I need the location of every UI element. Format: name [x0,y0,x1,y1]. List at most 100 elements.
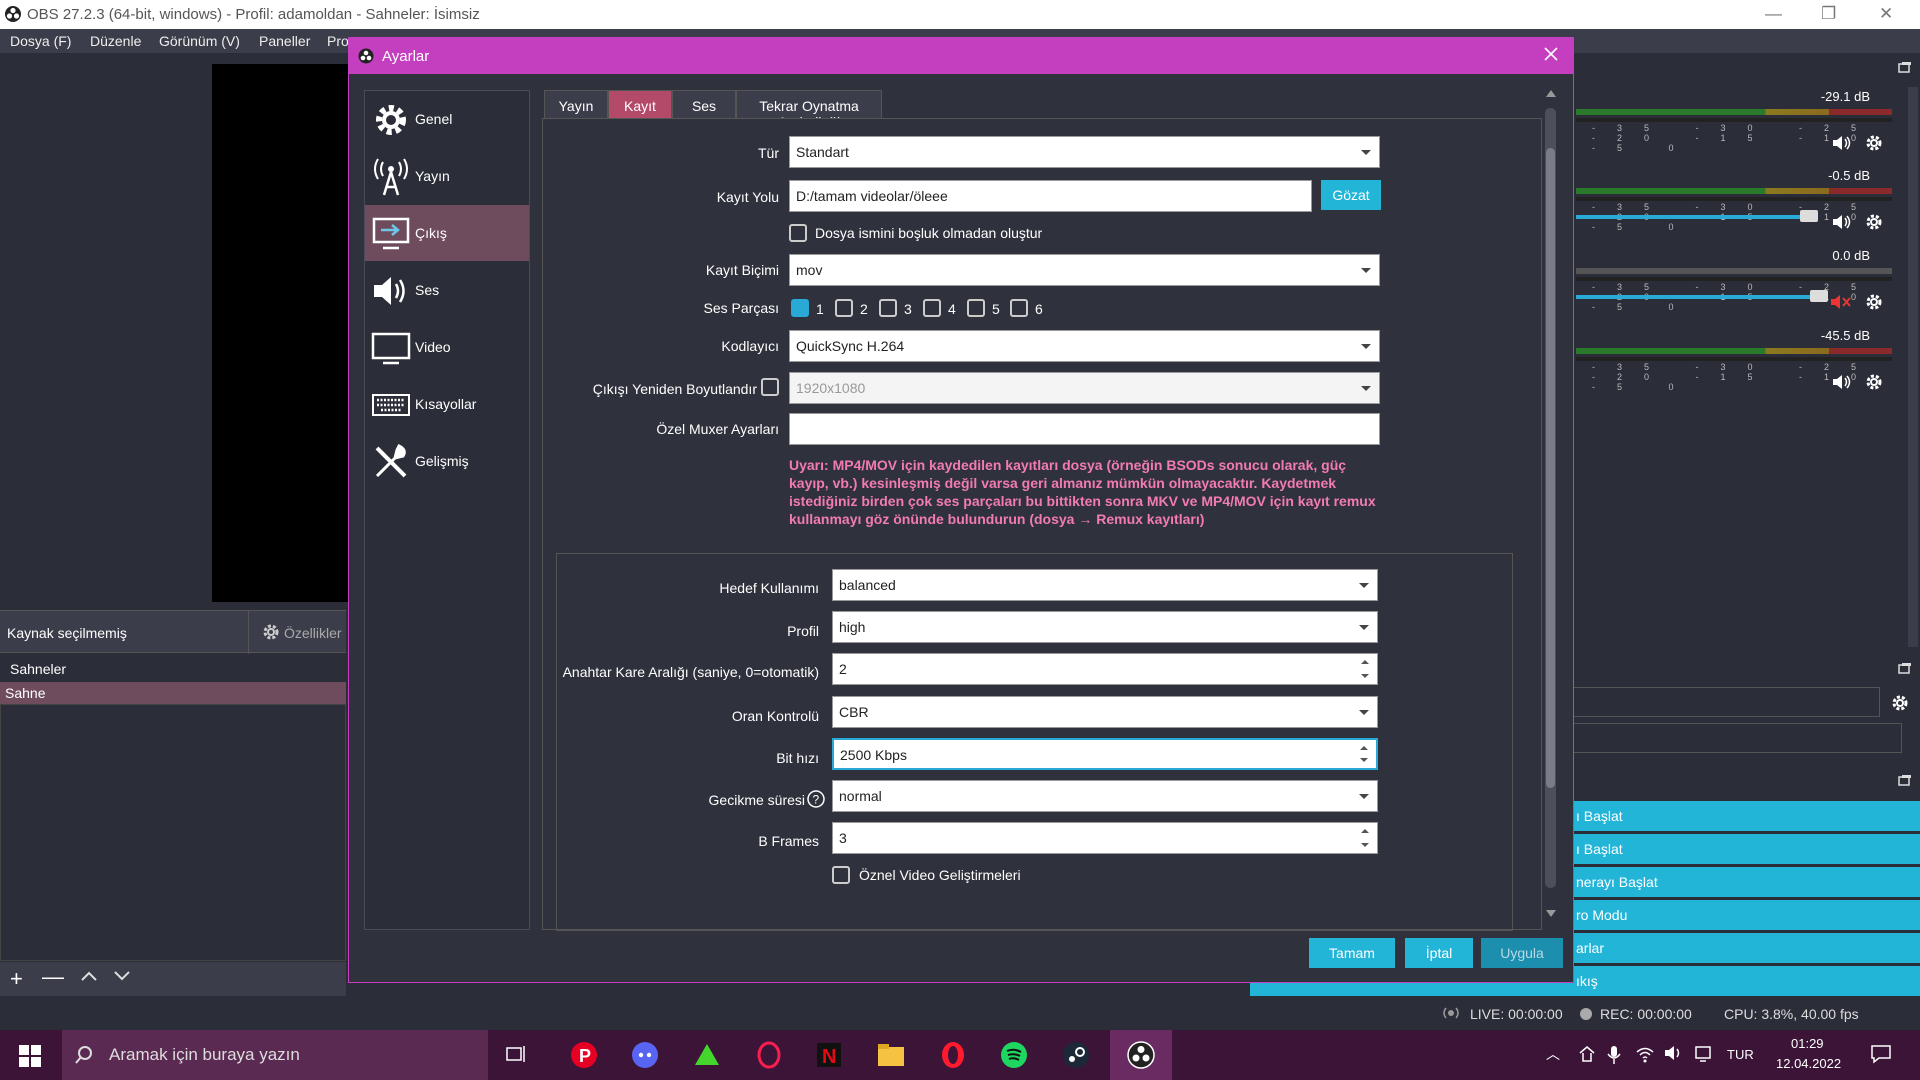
scroll-down-icon[interactable] [1546,910,1556,917]
track-5-checkbox[interactable] [967,299,985,317]
track-2-checkbox[interactable] [835,299,853,317]
track-3-checkbox[interactable] [879,299,897,317]
undock-icon[interactable] [1898,662,1912,674]
display-tray-icon[interactable] [1694,1045,1712,1063]
cancel-button[interactable]: İptal [1405,938,1473,968]
target-usage-select[interactable]: balanced [832,569,1378,601]
obs-taskbar-button[interactable] [1110,1030,1172,1080]
preview-canvas[interactable] [212,64,352,602]
no-space-checkbox[interactable] [789,224,807,242]
add-scene-icon[interactable]: + [10,966,23,992]
nav-item-video[interactable]: Video [365,319,529,375]
volume-tray-icon[interactable] [1664,1045,1684,1061]
menu-docks[interactable]: Paneller [259,33,310,49]
transition-gear-icon[interactable] [1890,693,1910,713]
taskbar-search-box[interactable]: Aramak için buraya yazın [62,1030,488,1080]
scene-list-item[interactable]: Sahne [0,682,346,704]
channel-gear-icon[interactable] [1864,133,1884,153]
nav-item-advanced[interactable]: Gelişmiş [365,433,529,489]
menu-edit[interactable]: Düzenle [90,33,141,49]
menu-profile[interactable]: Pro [327,33,349,49]
duration-spinbox[interactable] [1572,723,1902,753]
volume-slider-handle[interactable] [1800,210,1818,222]
microphone-tray-icon[interactable] [1607,1045,1621,1065]
muxer-input[interactable] [789,413,1380,445]
speaker-icon[interactable] [1832,214,1852,230]
muted-speaker-icon[interactable] [1830,294,1852,310]
scenes-list[interactable] [0,704,346,961]
tab-streaming[interactable]: Yayın [544,90,608,120]
bframes-spinbox[interactable]: 3 [832,822,1378,854]
tab-audio[interactable]: Ses [672,90,736,120]
tab-recording[interactable]: Kayıt [608,90,672,120]
channel-gear-icon[interactable] [1864,292,1884,312]
track-1-checkbox[interactable] [791,299,809,317]
spotify-icon[interactable] [1000,1041,1028,1069]
track-4-checkbox[interactable] [923,299,941,317]
scroll-up-icon[interactable] [1546,90,1556,97]
clock-date[interactable]: 12.04.2022 [1776,1056,1841,1071]
subjective-enhance-checkbox[interactable] [832,866,850,884]
volume-slider-handle[interactable] [1810,290,1828,302]
nav-item-audio[interactable]: Ses [365,262,529,318]
steam-icon[interactable] [1062,1041,1090,1069]
close-window-icon[interactable]: ✕ [1879,4,1893,24]
track-6-checkbox[interactable] [1010,299,1028,317]
browse-button[interactable]: Gözat [1321,180,1381,210]
volume-slider-track[interactable] [1576,215,1806,219]
speaker-icon[interactable] [1832,135,1852,151]
move-up-icon[interactable] [80,970,98,982]
keyframe-spinbox[interactable]: 2 [832,653,1378,685]
pinterest-icon[interactable]: P [570,1041,598,1069]
remove-scene-icon[interactable]: — [42,964,64,990]
rate-control-select[interactable]: CBR [832,696,1378,728]
nav-item-general[interactable]: Genel [365,91,529,147]
network-tray-icon[interactable] [1578,1045,1596,1063]
type-select[interactable]: Standart [789,136,1380,168]
volume-slider-track[interactable] [1576,295,1816,299]
razer-icon[interactable] [693,1041,721,1069]
channel-gear-icon[interactable] [1864,372,1884,392]
path-input[interactable]: D:/tamam videolar/öleee [789,180,1312,212]
mixer-scrollbar[interactable] [1908,87,1918,647]
wifi-tray-icon[interactable] [1635,1045,1655,1063]
help-icon[interactable]: ? [807,790,825,808]
encoder-select[interactable]: QuickSync H.264 [789,330,1380,362]
netflix-icon[interactable]: N [815,1041,843,1069]
ok-button[interactable]: Tamam [1309,938,1395,968]
profile-select[interactable]: high [832,611,1378,643]
rescale-select[interactable]: 1920x1080 [789,372,1380,404]
bitrate-spinbox[interactable]: 2500 Kbps [832,738,1378,770]
properties-button[interactable]: Özellikler [284,625,342,641]
notification-center-icon[interactable] [1870,1044,1892,1064]
keyboard-language[interactable]: TUR [1727,1047,1754,1062]
apply-button[interactable]: Uygula [1481,938,1563,968]
opera-gx-icon[interactable] [755,1041,783,1069]
discord-icon[interactable] [631,1041,659,1069]
menu-view[interactable]: Görünüm (V) [159,33,240,49]
nav-item-hotkeys[interactable]: Kısayollar [365,376,529,432]
undock-icon[interactable] [1898,61,1912,73]
windows-start-icon[interactable] [19,1045,41,1067]
move-down-icon[interactable] [113,970,131,982]
rescale-checkbox[interactable] [761,378,779,396]
task-view-icon[interactable] [504,1044,526,1064]
file-explorer-icon[interactable] [877,1042,905,1068]
channel-gear-icon[interactable] [1864,212,1884,232]
tab-replay-buffer[interactable]: Tekrar Oynatma Arabelleği [736,90,882,130]
settings-scrollbar[interactable] [1543,90,1559,930]
restore-icon[interactable]: ❐ [1821,4,1836,24]
scrollbar-thumb[interactable] [1546,148,1555,788]
menu-file[interactable]: Dosya (F) [10,33,71,49]
format-select[interactable]: mov [789,254,1380,286]
tray-chevron-icon[interactable]: ︿ [1546,1044,1560,1064]
speaker-icon[interactable] [1832,374,1852,390]
properties-gear-icon[interactable] [261,622,281,642]
transition-select[interactable] [1572,687,1880,717]
close-icon[interactable] [1543,46,1559,62]
nav-item-output[interactable]: Çıkış [365,205,529,261]
nav-item-stream[interactable]: Yayın [365,148,529,204]
clock-time[interactable]: 01:29 [1791,1036,1824,1051]
latency-select[interactable]: normal [832,780,1378,812]
minimize-icon[interactable]: — [1765,4,1782,24]
